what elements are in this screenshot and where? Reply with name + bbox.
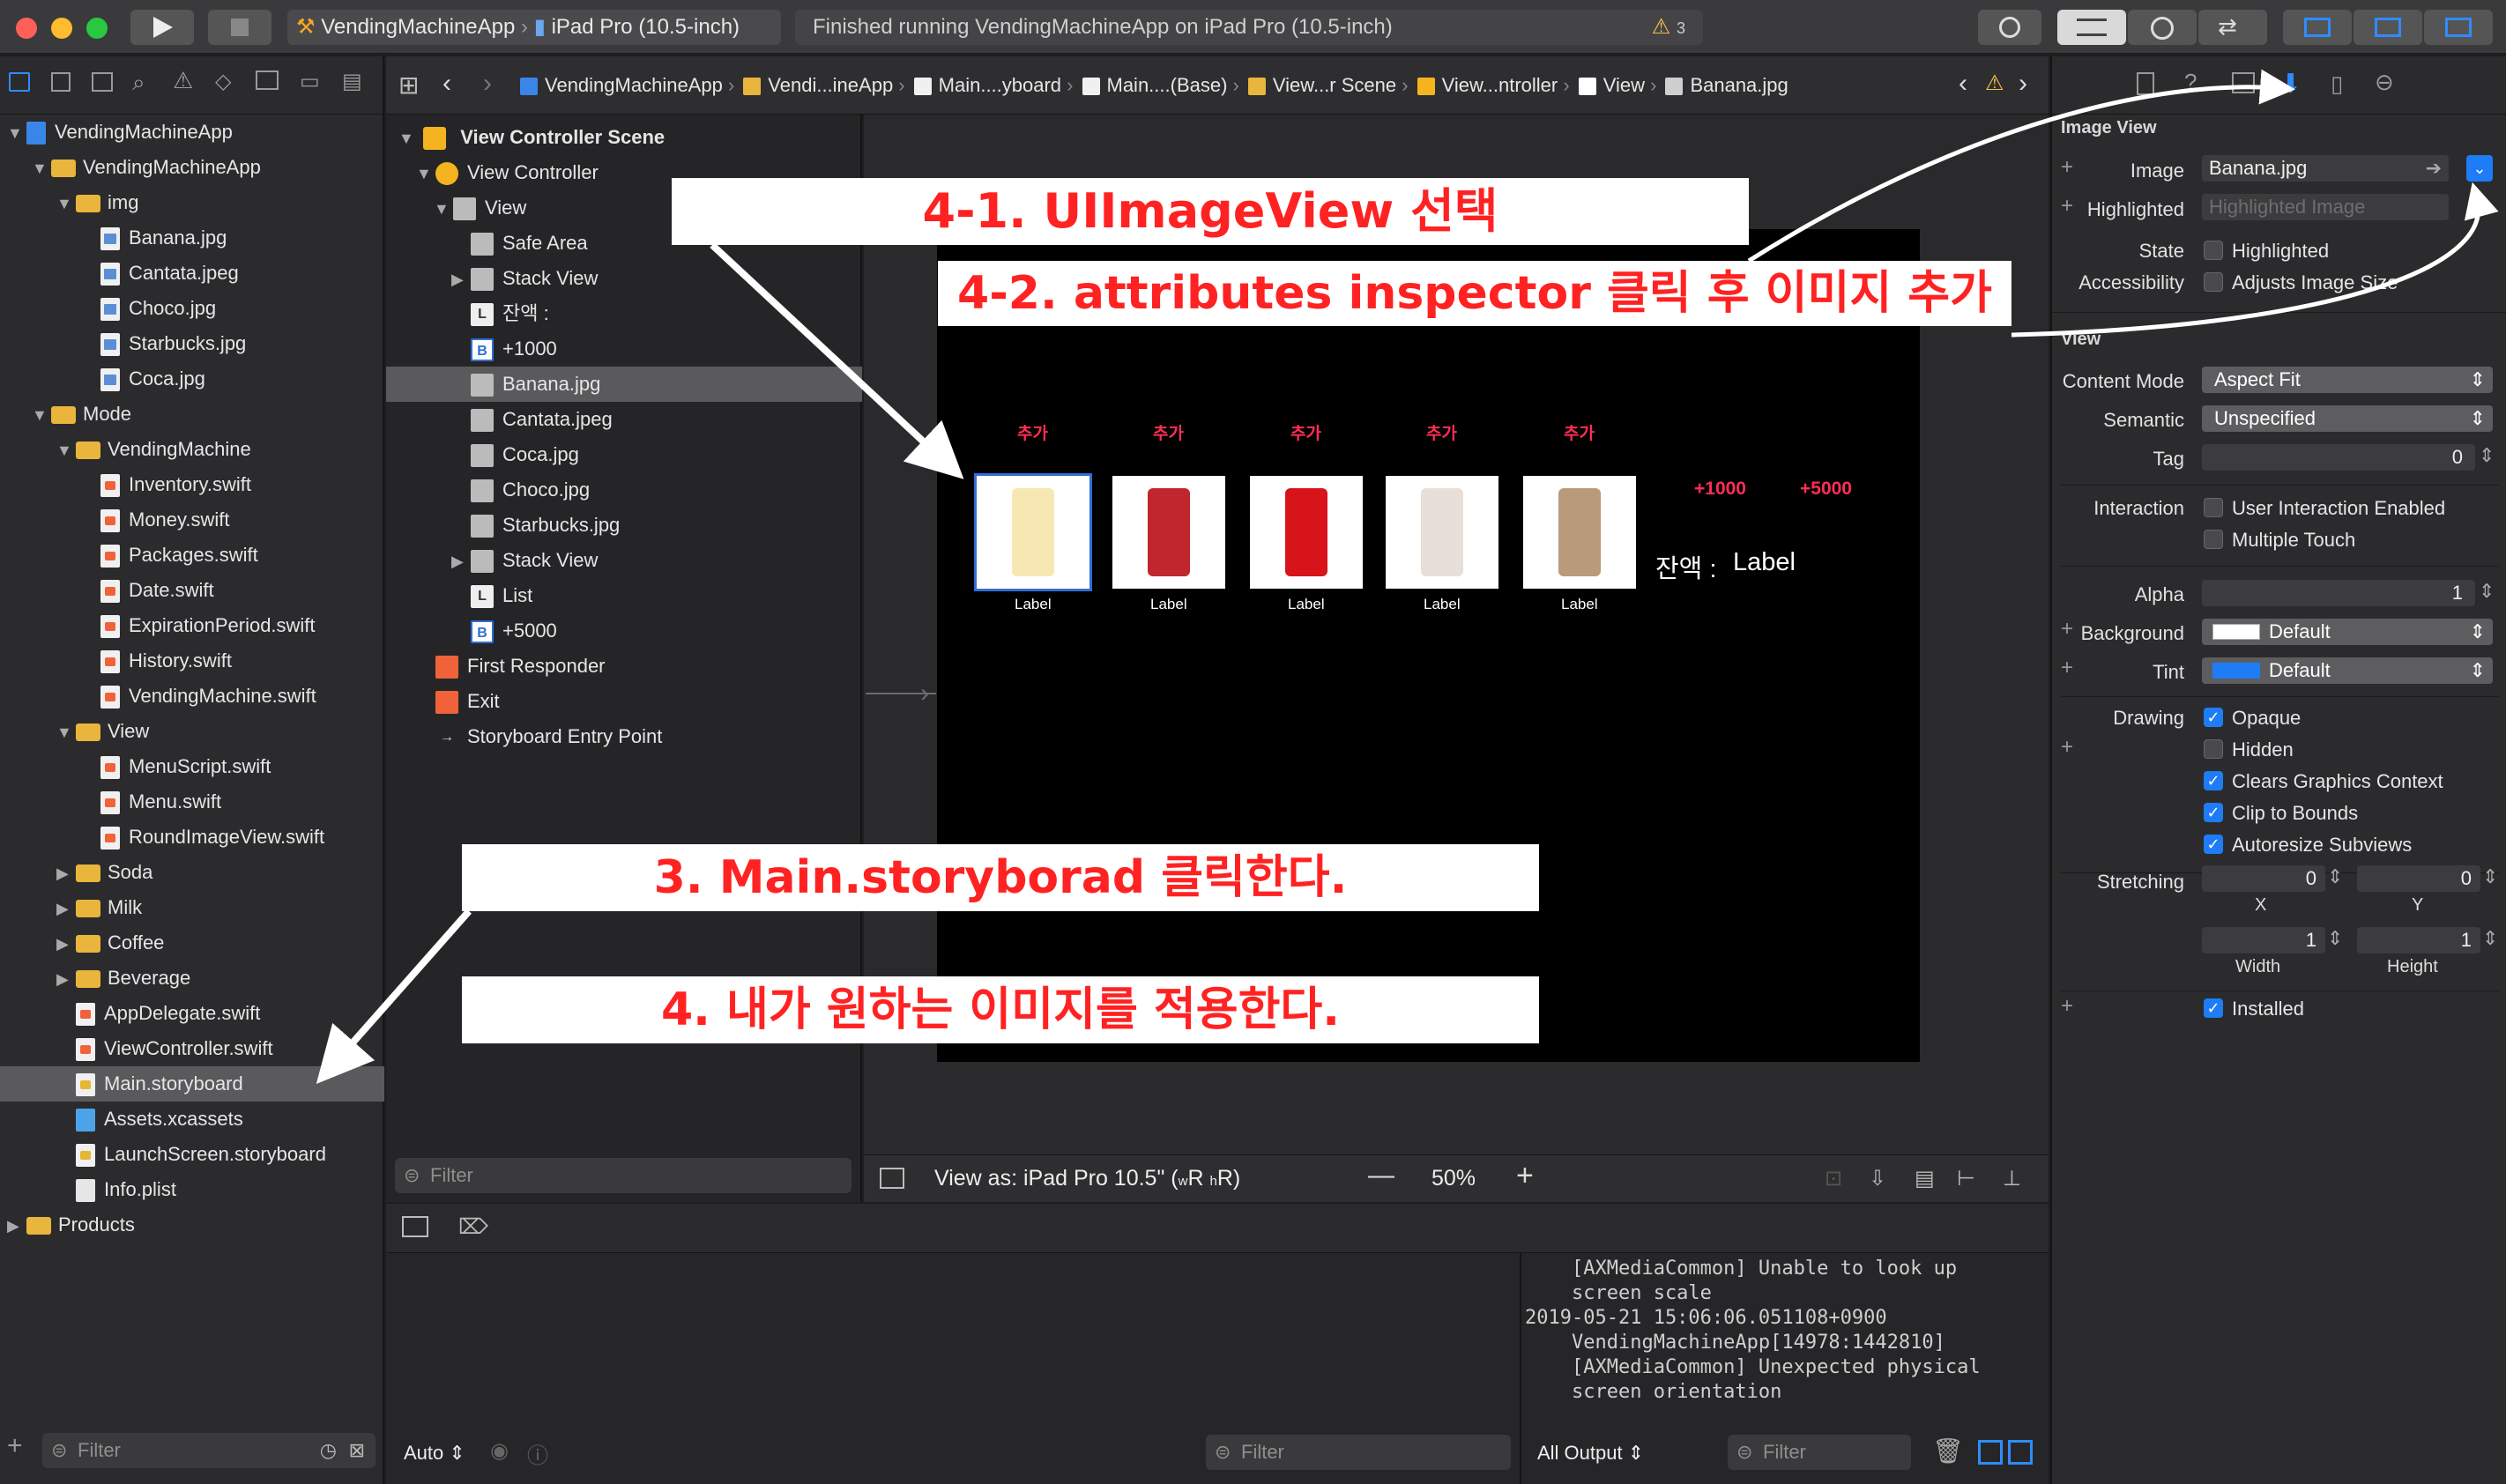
arrow-to-image-view <box>710 242 964 479</box>
annotation-arrows <box>316 69 2499 1084</box>
arrow-to-image-dropdown <box>2011 182 2499 338</box>
arrow-to-main-storyboard <box>316 909 472 1084</box>
arrow-to-attributes-inspector <box>1747 69 2295 263</box>
